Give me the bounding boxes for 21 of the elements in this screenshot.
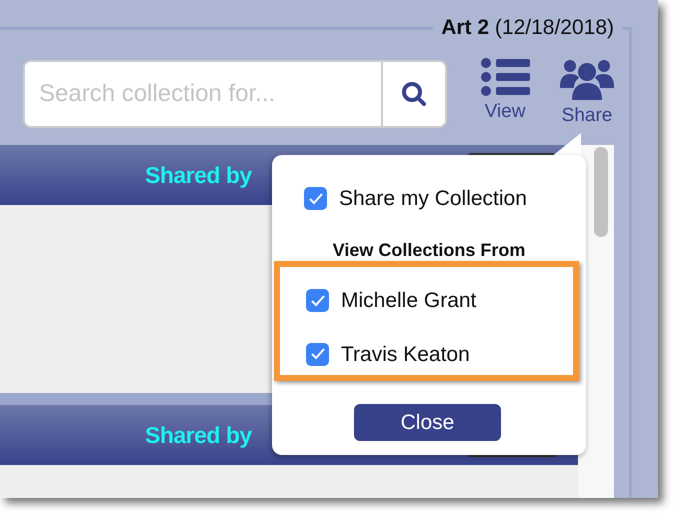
list-icon (480, 58, 530, 96)
share-button[interactable]: Share (560, 58, 614, 125)
check-icon (308, 192, 322, 205)
close-button[interactable]: Close (354, 404, 501, 441)
users-icon (560, 58, 614, 100)
checkbox-label: Share my Collection (339, 186, 527, 212)
scroll-thumb[interactable] (594, 147, 608, 237)
search-field[interactable]: Search collection for... (23, 60, 447, 128)
section-heading: View Collections From (332, 238, 526, 262)
search-icon (401, 81, 427, 107)
checkbox[interactable] (304, 187, 327, 210)
check-icon (310, 294, 324, 307)
section-title: Shared by (145, 160, 252, 190)
checkbox-label: Travis Keaton (341, 342, 470, 368)
checkbox[interactable] (306, 342, 329, 366)
check-icon (310, 348, 324, 360)
view-button[interactable]: View (480, 58, 530, 125)
checkbox[interactable] (306, 289, 329, 312)
section-title: Shared by (145, 420, 252, 450)
checkbox-label: Michelle Grant (341, 288, 476, 314)
search-button[interactable] (381, 62, 445, 126)
